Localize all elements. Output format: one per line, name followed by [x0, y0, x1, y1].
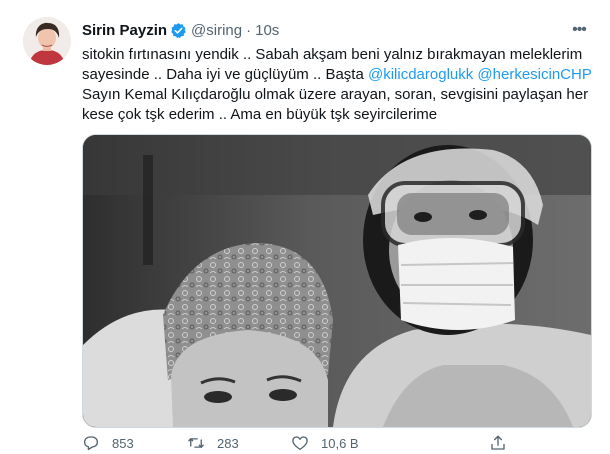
mention-link-kilicdaroglukk[interactable]: @kilicdaroglukk — [368, 66, 473, 83]
reply-icon — [83, 436, 99, 451]
mention-link-herkesicinchp[interactable]: @herkesicinCHP — [477, 66, 591, 83]
like-button[interactable]: 10,6 B — [291, 434, 359, 452]
tweet-card[interactable]: Sirin Payzin @siring · 10s ••• sitokin f… — [0, 0, 610, 454]
more-button[interactable]: ••• — [568, 19, 590, 41]
retweet-button[interactable]: 283 — [187, 434, 239, 452]
share-icon — [491, 435, 505, 450]
tweet-text-line2: Sayın Kemal Kılıçdaroğlu olmak üzere ara… — [82, 86, 589, 123]
tweet-actions: 853 283 10,6 B — [82, 432, 512, 454]
like-icon — [292, 436, 308, 451]
profile-photo — [23, 17, 71, 65]
share-button[interactable] — [489, 434, 507, 452]
tweet-header: Sirin Payzin @siring · 10s ••• — [82, 19, 598, 41]
author-handle[interactable]: @siring — [191, 22, 242, 39]
retweet-icon — [188, 438, 204, 448]
reply-button[interactable]: 853 — [82, 434, 134, 452]
tweet-text: sitokin fırtınasını yendik .. Sabah akşa… — [82, 45, 596, 125]
tweet-timestamp[interactable]: 10s — [255, 22, 279, 39]
retweet-count: 283 — [217, 435, 239, 451]
more-icon: ••• — [572, 21, 587, 38]
avatar[interactable] — [23, 17, 71, 65]
tweet-photo[interactable] — [82, 134, 592, 428]
like-count: 10,6 B — [321, 435, 359, 451]
selfie-photo — [83, 135, 591, 427]
separator-dot: · — [246, 21, 252, 39]
author-name[interactable]: Sirin Payzin — [82, 22, 167, 39]
verified-badge-icon — [171, 22, 186, 38]
reply-count: 853 — [112, 435, 134, 451]
